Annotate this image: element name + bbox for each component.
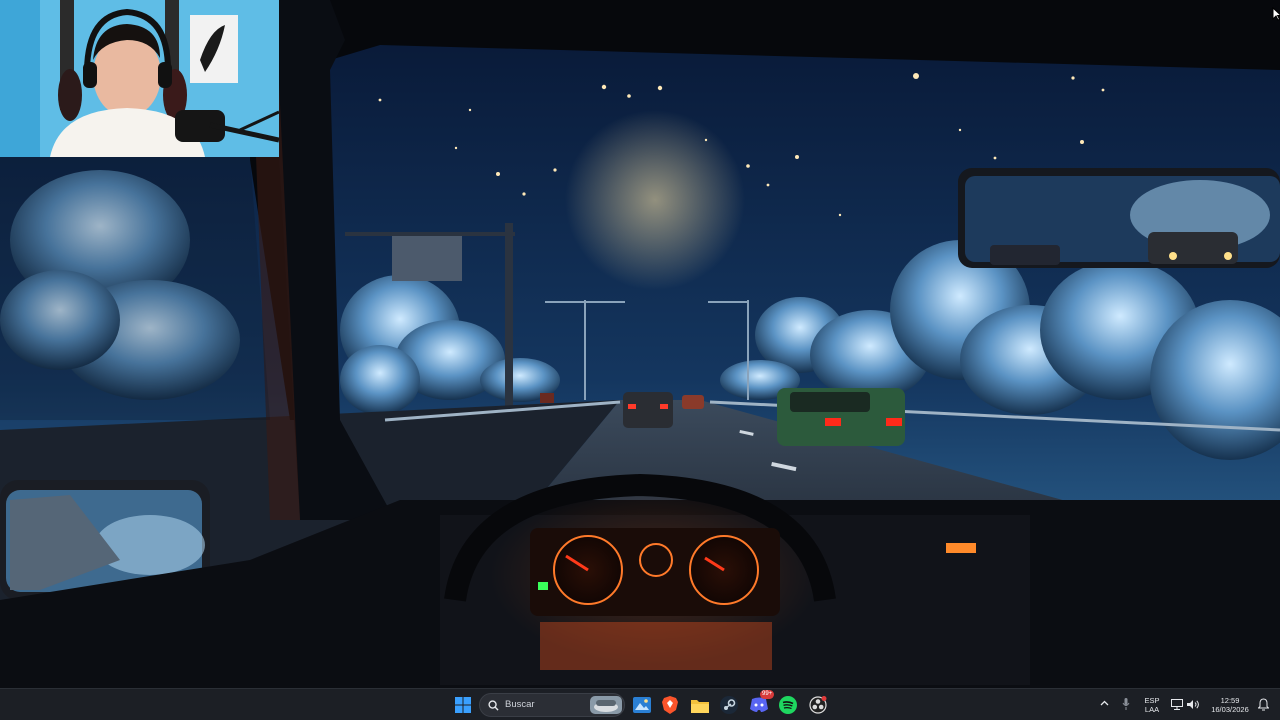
streamer-webcam-icon <box>0 0 279 157</box>
obs-icon[interactable] <box>806 693 830 717</box>
network-icon[interactable] <box>1171 699 1183 710</box>
widget-icon <box>590 696 622 714</box>
keyboard-layout: LAA <box>1144 705 1160 714</box>
brave-icon[interactable] <box>658 693 682 717</box>
chevron-up-icon[interactable] <box>1100 700 1109 706</box>
file-explorer-icon[interactable] <box>688 693 712 717</box>
microphone-icon[interactable] <box>1122 698 1130 710</box>
input-language-indicator[interactable]: ESP LAA <box>1141 696 1163 714</box>
steam-icon[interactable] <box>717 693 741 717</box>
start-icon[interactable] <box>451 693 475 717</box>
mouse-cursor-icon <box>1272 7 1280 21</box>
notifications-bell-icon[interactable] <box>1258 698 1269 711</box>
taskbar: Buscar 99+ ESP LAA 12:59 16/03/2026 <box>0 688 1280 720</box>
clock[interactable]: 12:59 16/03/2026 <box>1206 696 1254 714</box>
discord-badge: 99+ <box>760 690 775 699</box>
volume-icon[interactable] <box>1187 699 1200 710</box>
spotify-icon[interactable] <box>776 693 800 717</box>
streamer-webcam <box>0 0 279 157</box>
taskbar-search-box[interactable]: Buscar <box>479 693 625 717</box>
desktop <box>0 0 1280 688</box>
language-code: ESP <box>1144 696 1160 705</box>
search-placeholder: Buscar <box>505 699 535 710</box>
photos-icon[interactable] <box>630 693 654 717</box>
clock-time: 12:59 <box>1220 696 1240 705</box>
search-icon <box>488 700 499 711</box>
clock-date: 16/03/2026 <box>1211 705 1249 714</box>
discord-icon[interactable]: 99+ <box>747 690 775 717</box>
